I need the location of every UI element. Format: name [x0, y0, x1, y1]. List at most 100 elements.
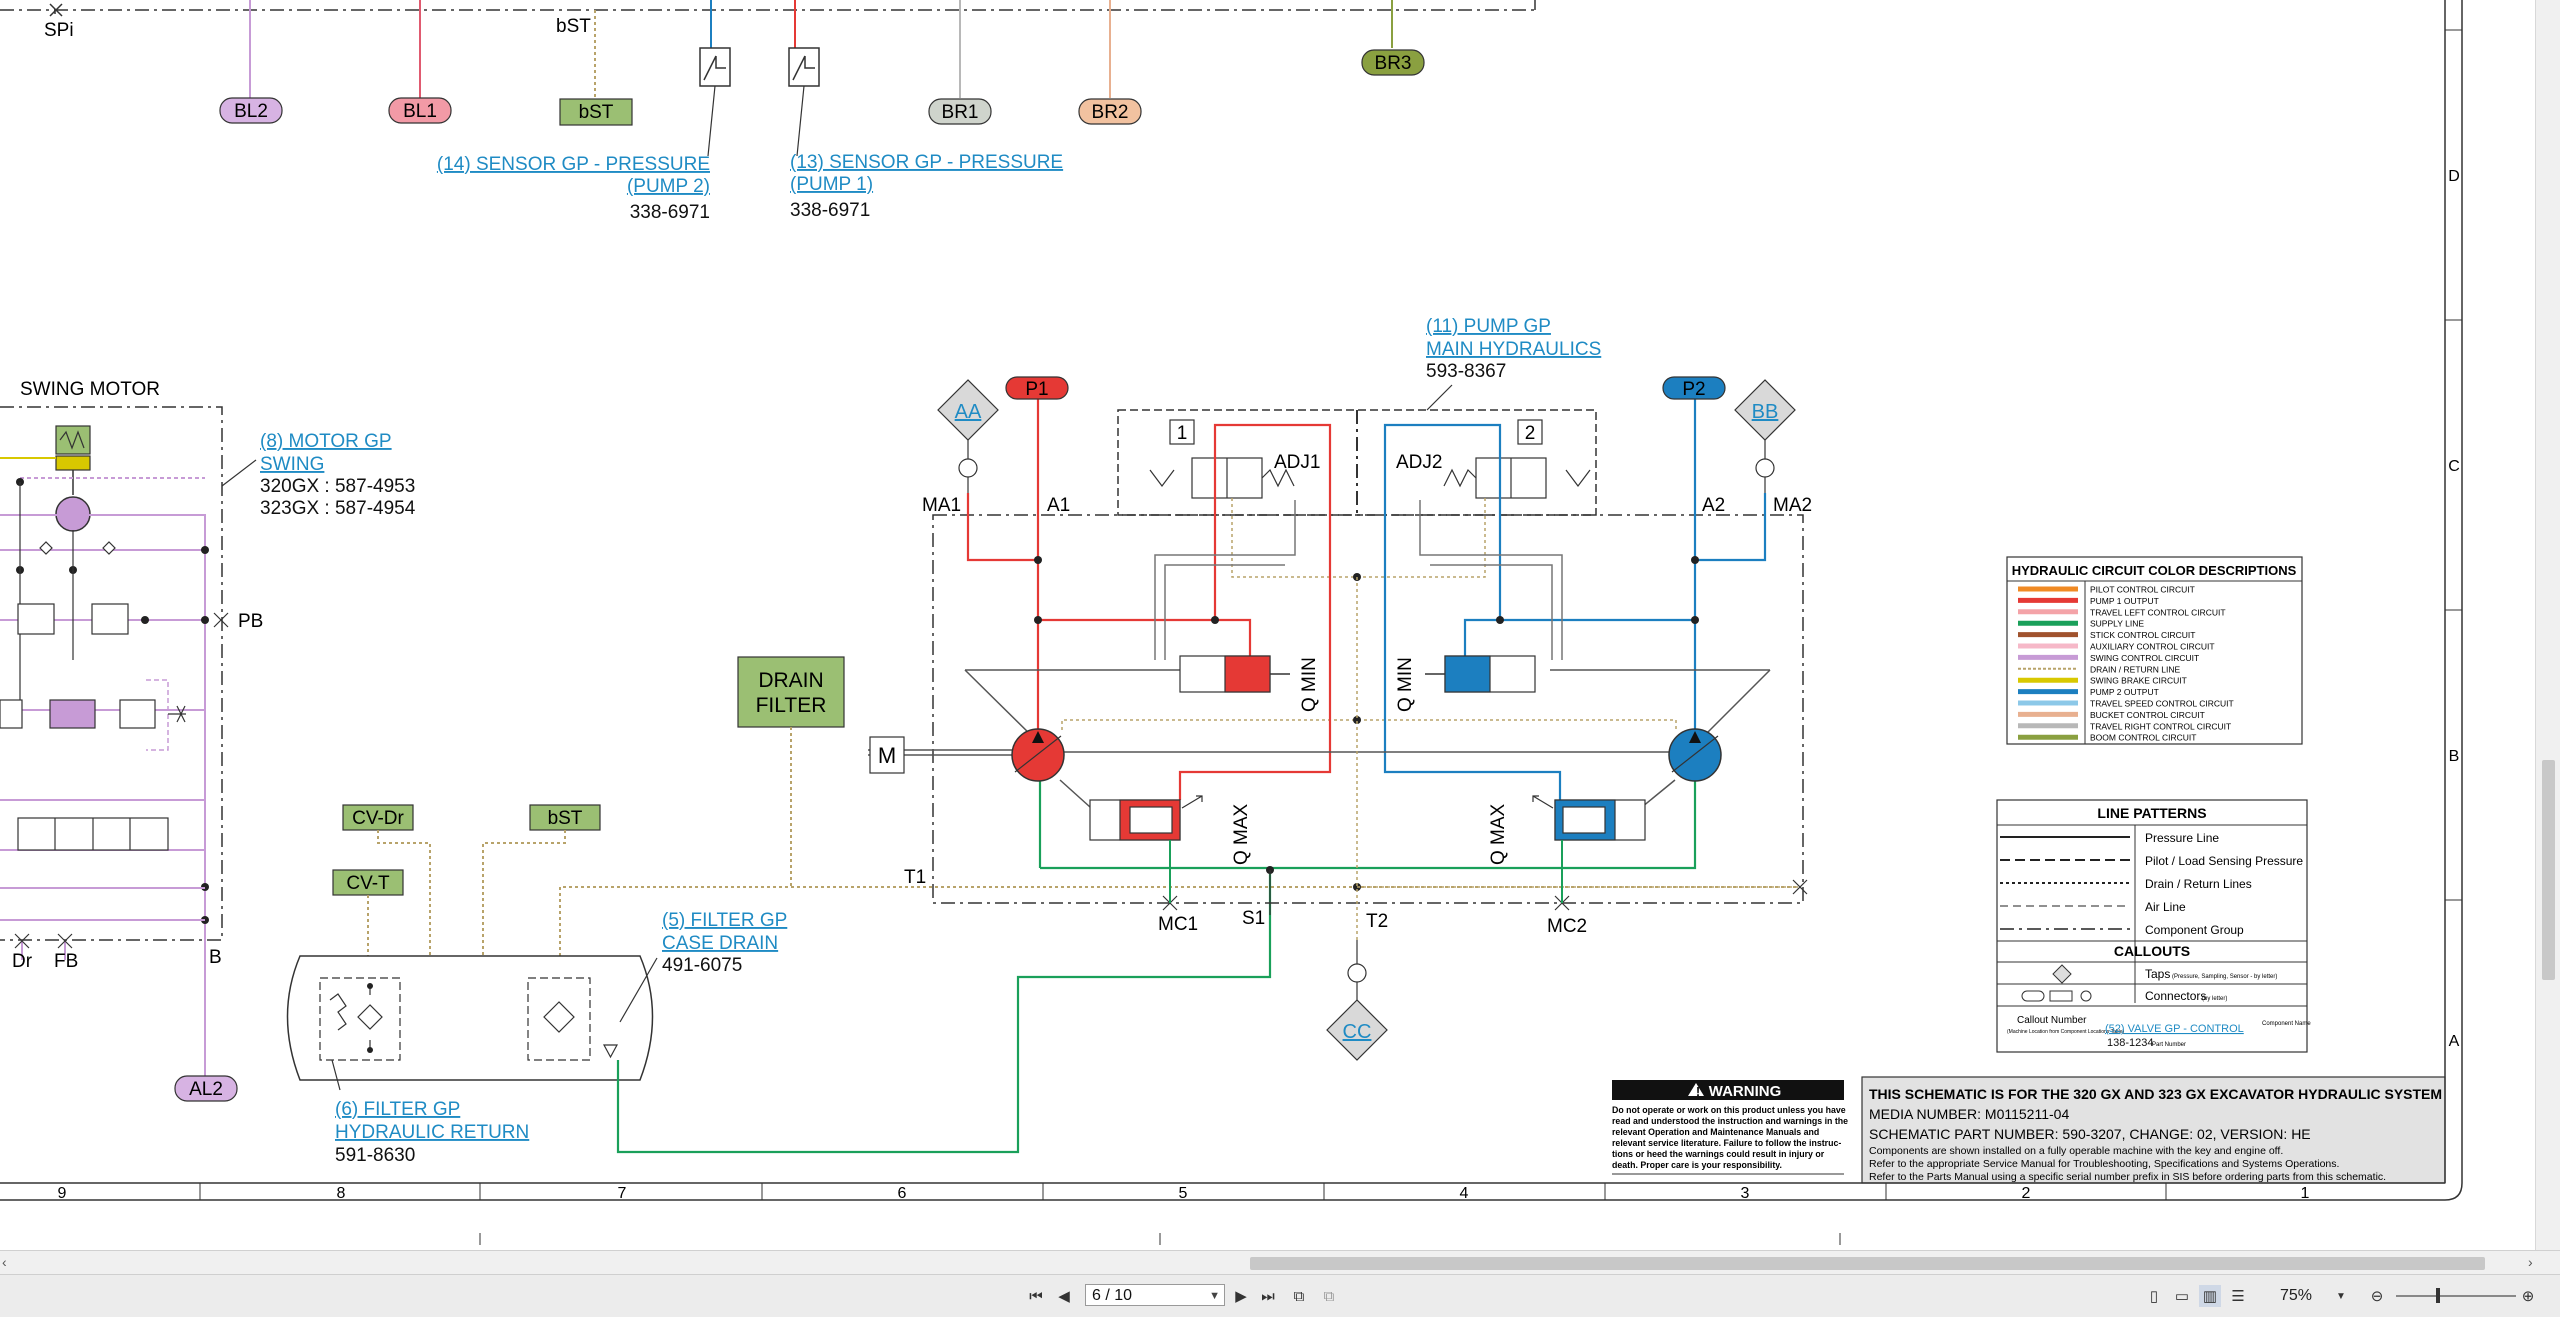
svg-text:BL1: BL1: [403, 101, 437, 122]
first-page-icon[interactable]: ⏮: [1025, 1285, 1047, 1307]
svg-text:Components are shown installed: Components are shown installed on a full…: [1869, 1145, 2283, 1157]
legend-label: SWING CONTROL CIRCUIT: [2090, 653, 2199, 663]
a1-label: A1: [1047, 495, 1070, 516]
two-page-view-icon[interactable]: ▥: [2199, 1285, 2221, 1307]
callout-sensor-pump1[interactable]: (13) SENSOR GP - PRESSURE (PUMP 1) 338-6…: [790, 152, 1063, 221]
svg-text:Pilot / Load Sensing Pressure: Pilot / Load Sensing Pressure: [2145, 854, 2303, 868]
t1-label: T1: [904, 867, 926, 888]
zoom-out-icon[interactable]: ⊖: [2366, 1285, 2388, 1307]
horizontal-scrollbar[interactable]: ‹ ›: [0, 1250, 2560, 1275]
scroll-left-arrow-icon[interactable]: ‹: [2, 1254, 7, 1270]
port-p2: P2: [1662, 376, 1726, 400]
svg-text:relevant Operation and Mainten: relevant Operation and Maintenance Manua…: [1612, 1127, 1819, 1137]
main-pump-group: 1 2 ADJ1 ADJ2 Q MIN Q MIN Q MAX Q MAX M: [868, 399, 1808, 940]
svg-text:!: !: [1696, 1084, 1700, 1099]
svg-text:Refer to the Parts Manual usin: Refer to the Parts Manual using a specif…: [1869, 1171, 2386, 1183]
svg-text:AA: AA: [955, 401, 982, 423]
connector-cv-t: CV-T: [332, 869, 404, 896]
legend-label: TRAVEL RIGHT CONTROL CIRCUIT: [2090, 721, 2231, 731]
svg-text:138-1234: 138-1234: [2107, 1037, 2154, 1049]
a2-label: A2: [1702, 495, 1725, 516]
grid-row-d: D: [2448, 168, 2460, 185]
vertical-scroll-thumb[interactable]: [2542, 760, 2555, 980]
zoom-dropdown-icon[interactable]: ▼: [2330, 1285, 2352, 1307]
vertical-scrollbar[interactable]: [2535, 0, 2560, 1250]
legend-label: AUXILIARY CONTROL CIRCUIT: [2090, 642, 2215, 652]
callout-pump-main-hydraulics[interactable]: (11) PUMP GP MAIN HYDRAULICS 593-8367: [1426, 316, 1601, 411]
grid-row-b: B: [2449, 748, 2460, 765]
connector-bl1: BL1: [388, 97, 452, 124]
svg-text:MAIN HYDRAULICS: MAIN HYDRAULICS: [1426, 339, 1601, 360]
svg-text:tions or heed the warnings cou: tions or heed the warnings could result …: [1612, 1149, 1825, 1159]
svg-text:Component Name: Component Name: [2262, 1021, 2311, 1027]
motor-m-label: M: [878, 743, 896, 768]
line-patterns-legend: LINE PATTERNS Pressure Line Pilot / Load…: [1996, 799, 2311, 1053]
top-remnants: SPi bST: [0, 0, 1536, 98]
zoom-in-icon[interactable]: ⊕: [2517, 1285, 2539, 1307]
b-label: B: [209, 947, 222, 968]
callout-filter-case-drain[interactable]: (5) FILTER GP CASE DRAIN 491-6075: [662, 910, 787, 976]
zoom-slider-handle[interactable]: [2436, 1288, 2440, 1303]
grid-row-a: A: [2449, 1033, 2460, 1050]
callout-filter-hydraulic-return[interactable]: (6) FILTER GP HYDRAULIC RETURN 591-8630: [335, 1099, 529, 1166]
horizontal-scroll-thumb[interactable]: [1250, 1257, 2485, 1270]
svg-text:(8) MOTOR GP: (8) MOTOR GP: [260, 431, 392, 452]
grid-row-c: C: [2448, 458, 2460, 475]
previous-page-icon[interactable]: ◀: [1053, 1285, 1075, 1307]
continuous-view-icon[interactable]: ▭: [2171, 1285, 2193, 1307]
svg-text:THIS SCHEMATIC IS FOR THE 320: THIS SCHEMATIC IS FOR THE 320 GX AND 323…: [1869, 1086, 2442, 1102]
next-view-icon[interactable]: ⧉: [1318, 1285, 1340, 1307]
zoom-level[interactable]: 75%: [2280, 1287, 2312, 1305]
adj2-label: ADJ2: [1396, 452, 1442, 473]
qmax-right-label: Q MAX: [1488, 803, 1509, 865]
t2-label: T2: [1366, 911, 1388, 932]
svg-text:(13) SENSOR GP - PRESSURE: (13) SENSOR GP - PRESSURE: [790, 152, 1063, 173]
grid-col-6: 6: [898, 1185, 907, 1202]
chevron-down-icon[interactable]: ▼: [1209, 1285, 1220, 1307]
qmax-left-label: Q MAX: [1231, 803, 1252, 865]
svg-text:LINE PATTERNS: LINE PATTERNS: [2097, 805, 2206, 821]
svg-text:Connectors: Connectors: [2145, 989, 2206, 1003]
adj1-label: ADJ1: [1274, 452, 1320, 473]
scroll-right-arrow-icon[interactable]: ›: [2528, 1254, 2533, 1270]
document-canvas[interactable]: SPi bST BL2 BL1 bST BR1 BR2 BR3 (14) SEN…: [0, 0, 2535, 1250]
connector-bst-2: bST: [529, 804, 601, 831]
svg-text:Air Line: Air Line: [2145, 900, 2186, 914]
hydraulic-schematic: SPi bST BL2 BL1 bST BR1 BR2 BR3 (14) SEN…: [0, 0, 2463, 1245]
svg-text:read and understood the instru: read and understood the instruction and …: [1612, 1116, 1848, 1126]
svg-text:(PUMP 1): (PUMP 1): [790, 174, 873, 195]
next-page-icon[interactable]: ▶: [1230, 1285, 1252, 1307]
svg-text:CV-T: CV-T: [346, 873, 390, 894]
callout-sensor-pump2[interactable]: (14) SENSOR GP - PRESSURE (PUMP 2) 338-6…: [437, 154, 710, 223]
legend-label: SUPPLY LINE: [2090, 619, 2144, 629]
svg-text:593-8367: 593-8367: [1426, 361, 1506, 382]
reg-num-2: 2: [1525, 423, 1536, 444]
legend-label: SWING BRAKE CIRCUIT: [2090, 676, 2187, 686]
svg-text:P2: P2: [1682, 379, 1705, 400]
bottom-toolbar: ⏮ ◀ 6 / 10 ▼ ▶ ⏭ ⧉ ⧉ ▯ ▭ ▥ ☰ 75% ▼ ⊖ ⊕: [0, 1274, 2560, 1317]
svg-text:BB: BB: [1752, 401, 1779, 423]
svg-text:323GX : 587-4954: 323GX : 587-4954: [260, 498, 416, 519]
svg-text:BR1: BR1: [942, 102, 979, 123]
legend-label: BOOM CONTROL CIRCUIT: [2090, 733, 2196, 743]
drain-filter: DRAIN FILTER: [737, 656, 845, 887]
connector-bst-1: bST: [559, 98, 633, 126]
two-page-continuous-view-icon[interactable]: ☰: [2227, 1285, 2249, 1307]
zoom-slider[interactable]: [2396, 1295, 2516, 1297]
title-block: THIS SCHEMATIC IS FOR THE 320 GX AND 323…: [1861, 1076, 2446, 1184]
legend-label: STICK CONTROL CIRCUIT: [2090, 630, 2195, 640]
last-page-icon[interactable]: ⏭: [1257, 1285, 1279, 1307]
callout-motor-swing[interactable]: (8) MOTOR GP SWING 320GX : 587-4953 323G…: [260, 431, 416, 519]
mc1-label: MC1: [1158, 914, 1198, 935]
pb-label: PB: [238, 611, 263, 632]
legend-label: PILOT CONTROL CIRCUIT: [2090, 585, 2195, 595]
connector-cv-dr: CV-Dr: [342, 804, 414, 831]
svg-text:(14) SENSOR GP - PRESSURE: (14) SENSOR GP - PRESSURE: [437, 154, 710, 175]
svg-text:MEDIA NUMBER: M0115211-04: MEDIA NUMBER: M0115211-04: [1869, 1106, 2069, 1122]
page-number-field[interactable]: 6 / 10 ▼: [1085, 1284, 1225, 1306]
svg-text:CASE DRAIN: CASE DRAIN: [662, 933, 778, 954]
previous-view-icon[interactable]: ⧉: [1288, 1285, 1310, 1307]
s1-label: S1: [1242, 908, 1265, 929]
warning-block: ! WARNING Do not operate or work on this…: [1612, 1080, 1848, 1175]
single-page-view-icon[interactable]: ▯: [2143, 1285, 2165, 1307]
